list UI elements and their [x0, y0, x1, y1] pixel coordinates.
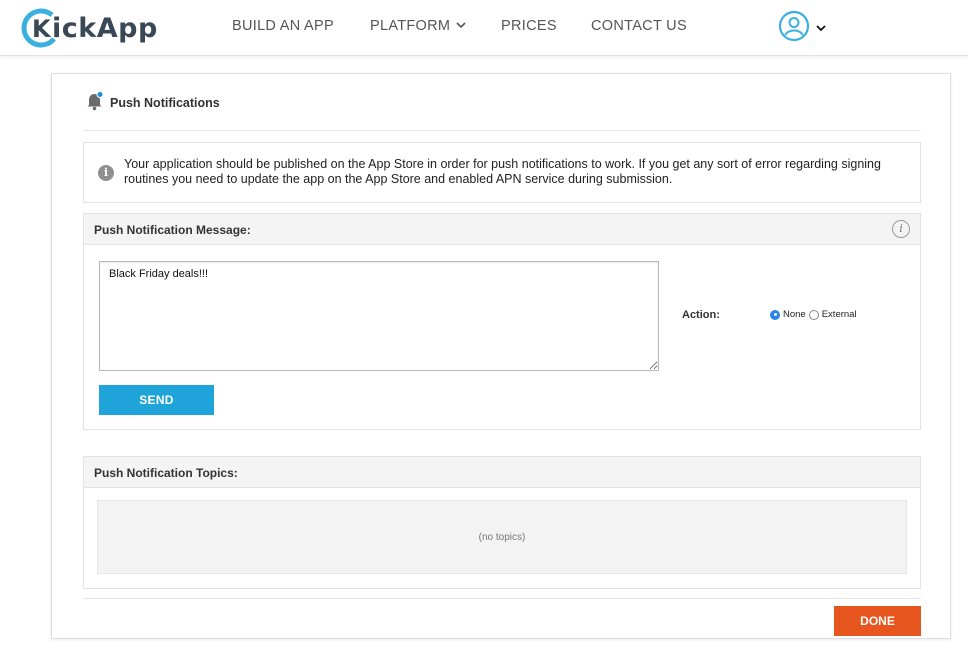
logo-k-mark-icon: K: [20, 7, 62, 49]
info-notice-text: Your application should be published on …: [124, 157, 881, 186]
send-button[interactable]: SEND: [99, 385, 214, 415]
top-navbar: K ickApp BUILD AN APP PLATFORM PRICES CO…: [0, 0, 968, 56]
topics-empty-text: (no topics): [478, 532, 526, 543]
message-panel-heading: Push Notification Message:: [94, 223, 251, 237]
action-none-label[interactable]: None: [783, 309, 806, 320]
info-notice: i Your application should be published o…: [83, 142, 921, 203]
nav-contact-us[interactable]: CONTACT US: [591, 18, 687, 34]
action-external-radio[interactable]: [808, 309, 819, 320]
info-icon: i: [98, 165, 114, 181]
topics-panel-heading: Push Notification Topics:: [94, 466, 238, 480]
action-radio-group: None External: [770, 309, 860, 320]
nav-build-an-app[interactable]: BUILD AN APP: [232, 18, 334, 34]
message-panel-header: Push Notification Message: i: [84, 214, 920, 245]
topics-panel-header: Push Notification Topics:: [84, 457, 920, 488]
chevron-down-icon: [816, 23, 826, 35]
push-notifications-card: Push Notifications i Your application sh…: [51, 73, 951, 639]
action-none-radio[interactable]: [770, 309, 780, 320]
divider: [83, 130, 921, 131]
kickapp-logo[interactable]: K ickApp: [20, 6, 158, 50]
action-label: Action:: [682, 309, 720, 321]
brand-name: ickApp: [52, 12, 158, 44]
divider: [83, 598, 921, 599]
help-info-icon[interactable]: i: [892, 220, 910, 238]
chevron-down-icon: [456, 21, 466, 32]
nav-platform[interactable]: PLATFORM: [370, 18, 466, 34]
logo-letter: K: [32, 15, 52, 43]
page-title: Push Notifications: [86, 90, 220, 116]
user-menu[interactable]: [778, 10, 826, 47]
topics-panel: Push Notification Topics: (no topics): [83, 456, 921, 589]
nav-prices[interactable]: PRICES: [501, 18, 557, 34]
user-avatar-icon: [778, 10, 810, 47]
topics-list: (no topics): [97, 500, 907, 574]
message-panel: Push Notification Message: i SEND Action…: [83, 213, 921, 430]
nav-platform-label: PLATFORM: [370, 18, 451, 34]
action-external-label[interactable]: External: [822, 309, 857, 320]
done-button[interactable]: DONE: [834, 606, 921, 636]
bell-icon: [86, 90, 104, 116]
page-title-text: Push Notifications: [110, 96, 220, 110]
message-textarea[interactable]: [99, 261, 659, 371]
